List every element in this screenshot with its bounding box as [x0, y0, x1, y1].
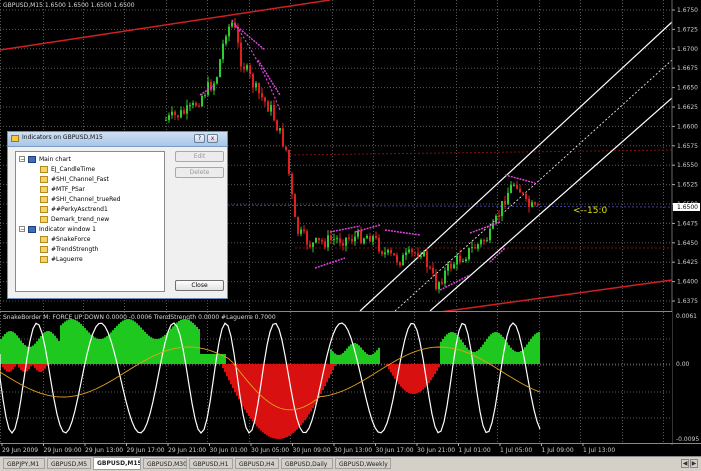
tree-item-label: EJ_CandleTime [51, 166, 95, 173]
time-tick-label: 29 Jun 13:00 [85, 447, 123, 454]
tree-item-indicator[interactable]: #Laguerre [40, 255, 83, 264]
close-icon[interactable]: x [207, 134, 218, 143]
tree-item-label: #SHI_Channel_trueRed [51, 196, 120, 203]
indicators-dialog: Indicators on GBPUSD,M15 ? x − Main chart… [7, 131, 228, 299]
time-scale: 29 Jun 2009 29 Jun 09:0029 Jun 13:00 29 Ju… [2, 443, 615, 454]
sub-label-zero: 0.00 [676, 361, 690, 368]
dialog-title: Indicators on GBPUSD,M15 [22, 134, 103, 141]
tree-item-indicator[interactable]: #MTF_PSar [40, 185, 85, 194]
price-tick-label: 1.6675 [677, 65, 698, 72]
tree-item-indicator[interactable]: #TrendStrength [40, 245, 98, 254]
time-tick-label: 1 Jul 01:00 [459, 447, 491, 454]
sub-label-top: 0.0061 [676, 313, 697, 320]
window-icon [28, 226, 36, 233]
time-tick-label: 29 Jun 17:00 [127, 447, 165, 454]
tree-item-indicator[interactable]: #SnakeForce [40, 235, 91, 244]
indicator-icon [40, 236, 48, 243]
tab-gbpusd-m30[interactable]: GBPUSD,M30 [143, 458, 187, 469]
tree-item-indicator[interactable]: #SHI_Channel_Fast [40, 175, 109, 184]
indicator-icon [40, 256, 48, 263]
price-tick-label: 1.6575 [677, 143, 698, 150]
time-tick-label: 30 Jun 05:00 [251, 447, 289, 454]
tree-group-label: Main chart [39, 156, 71, 163]
time-tick-label: 1 Jul 09:00 [542, 447, 574, 454]
indicator-app-icon [11, 135, 19, 142]
tab-gbpusd-m15[interactable]: GBPUSD,M15 [93, 457, 141, 470]
time-tick-label: 29 Jun 09:00 [44, 447, 82, 454]
tree-item-indicator[interactable]: EJ_CandleTime [40, 165, 95, 174]
price-tick-label: 1.6725 [677, 26, 698, 33]
window-icon [28, 156, 36, 163]
indicator-icon [40, 196, 48, 203]
sub-label-bottom: -0.0095 [676, 436, 699, 443]
current-price-label: 1.6500 [677, 204, 698, 211]
help-button[interactable]: ? [194, 134, 205, 143]
indicator-title: SnakeBorder M: FORCE UP DOWN 0.0000 -0.0… [3, 314, 276, 321]
countdown-annotation: <--15:0 [573, 206, 608, 216]
tab-gbpusd-m5[interactable]: GBPUSD,M5 [47, 458, 91, 469]
tab-gbpjpy-m1[interactable]: GBPJPY,M1 [3, 458, 45, 469]
tree-item-label: #SHI_Channel_Fast [51, 176, 109, 183]
tree-group-label: Indicator window 1 [39, 226, 96, 233]
time-tick-label: 29 Jun 21:00 [168, 447, 206, 454]
price-tick-label: 1.6625 [677, 104, 698, 111]
time-tick-label: 30 Jun 21:00 [417, 447, 455, 454]
tree-item-label: #MTF_PSar [51, 186, 85, 193]
indicator-icon [40, 206, 48, 213]
tree-item-indicator[interactable]: Demark_trend_new [40, 215, 109, 224]
dialog-title-bar[interactable]: Indicators on GBPUSD,M15 ? x [8, 132, 227, 147]
tree-item-indicator[interactable]: #SHI_Channel_trueRed [40, 195, 120, 204]
delete-button[interactable]: Delete [175, 167, 224, 178]
indicator-tree[interactable]: − Main chart EJ_CandleTime #SHI_Channel_Fas… [15, 151, 165, 292]
price-tick-label: 1.6425 [677, 259, 698, 266]
price-tick-label: 1.6400 [677, 279, 698, 286]
tree-group-indicator-window-1[interactable]: Indicator window 1 [28, 225, 96, 234]
price-tick-label: 1.6450 [677, 240, 698, 247]
indicator-icon [40, 166, 48, 173]
time-tick-label: 30 Jun 01:00 [210, 447, 248, 454]
edit-button[interactable]: Edit [175, 151, 224, 162]
price-tick-label: 1.6650 [677, 85, 698, 92]
time-tick-label: 30 Jun 13:00 [334, 447, 372, 454]
tree-collapse-toggle[interactable]: − [19, 156, 25, 162]
indicator-icon [40, 176, 48, 183]
tree-item-label: ##PerkyAsctrend1 [51, 206, 108, 213]
price-tick-label: 1.6700 [677, 46, 698, 53]
tree-collapse-toggle[interactable]: − [19, 226, 25, 232]
tree-item-indicator[interactable]: ##PerkyAsctrend1 [40, 205, 108, 214]
price-tick-label: 1.6750 [677, 7, 698, 14]
chart-tab-bar: GBPJPY,M1GBPUSD,M5GBPUSD,M15GBPUSD,M30GB… [0, 456, 701, 471]
time-tick-label: 1 Jul 05:00 [500, 447, 532, 454]
time-tick-label: 1 Jul 13:00 [583, 447, 615, 454]
tree-item-label: #SnakeForce [51, 236, 91, 243]
tree-item-label: Demark_trend_new [51, 216, 109, 223]
close-button[interactable]: Close [175, 280, 224, 291]
price-tick-label: 1.6600 [677, 123, 698, 130]
main-chart-title: GBPUSD,M15 1.6500 1.6500 1.6500 1.6500 [3, 2, 135, 9]
price-tick-label: 1.6375 [677, 298, 698, 305]
price-tick-label: 1.6475 [677, 220, 698, 227]
tab-gbpusd-weekly[interactable]: GBPUSD,Weekly [335, 458, 391, 469]
price-tick-label: 1.6550 [677, 162, 698, 169]
tab-gbpusd-daily[interactable]: GBPUSD,Daily [281, 458, 333, 469]
tree-item-label: #TrendStrength [51, 246, 98, 253]
tab-scroll-right[interactable]: ▶ [690, 459, 698, 468]
indicator-icon [40, 246, 48, 253]
tree-group-main-chart[interactable]: Main chart [28, 155, 71, 164]
time-tick-label: 29 Jun 2009 [2, 447, 38, 454]
indicator-icon [40, 186, 48, 193]
indicator-window[interactable] [0, 312, 672, 443]
tree-item-label: #Laguerre [51, 256, 83, 263]
price-tick-label: 1.6525 [677, 182, 698, 189]
time-tick-label: 30 Jun 17:00 [376, 447, 414, 454]
indicator-icon [40, 216, 48, 223]
tab-scroll-left[interactable]: ◀ [681, 459, 689, 468]
time-tick-label: 30 Jun 09:00 [293, 447, 331, 454]
tab-gbpusd-h1[interactable]: GBPUSD,H1 [189, 458, 233, 469]
tab-gbpusd-h4[interactable]: GBPUSD,H4 [235, 458, 279, 469]
